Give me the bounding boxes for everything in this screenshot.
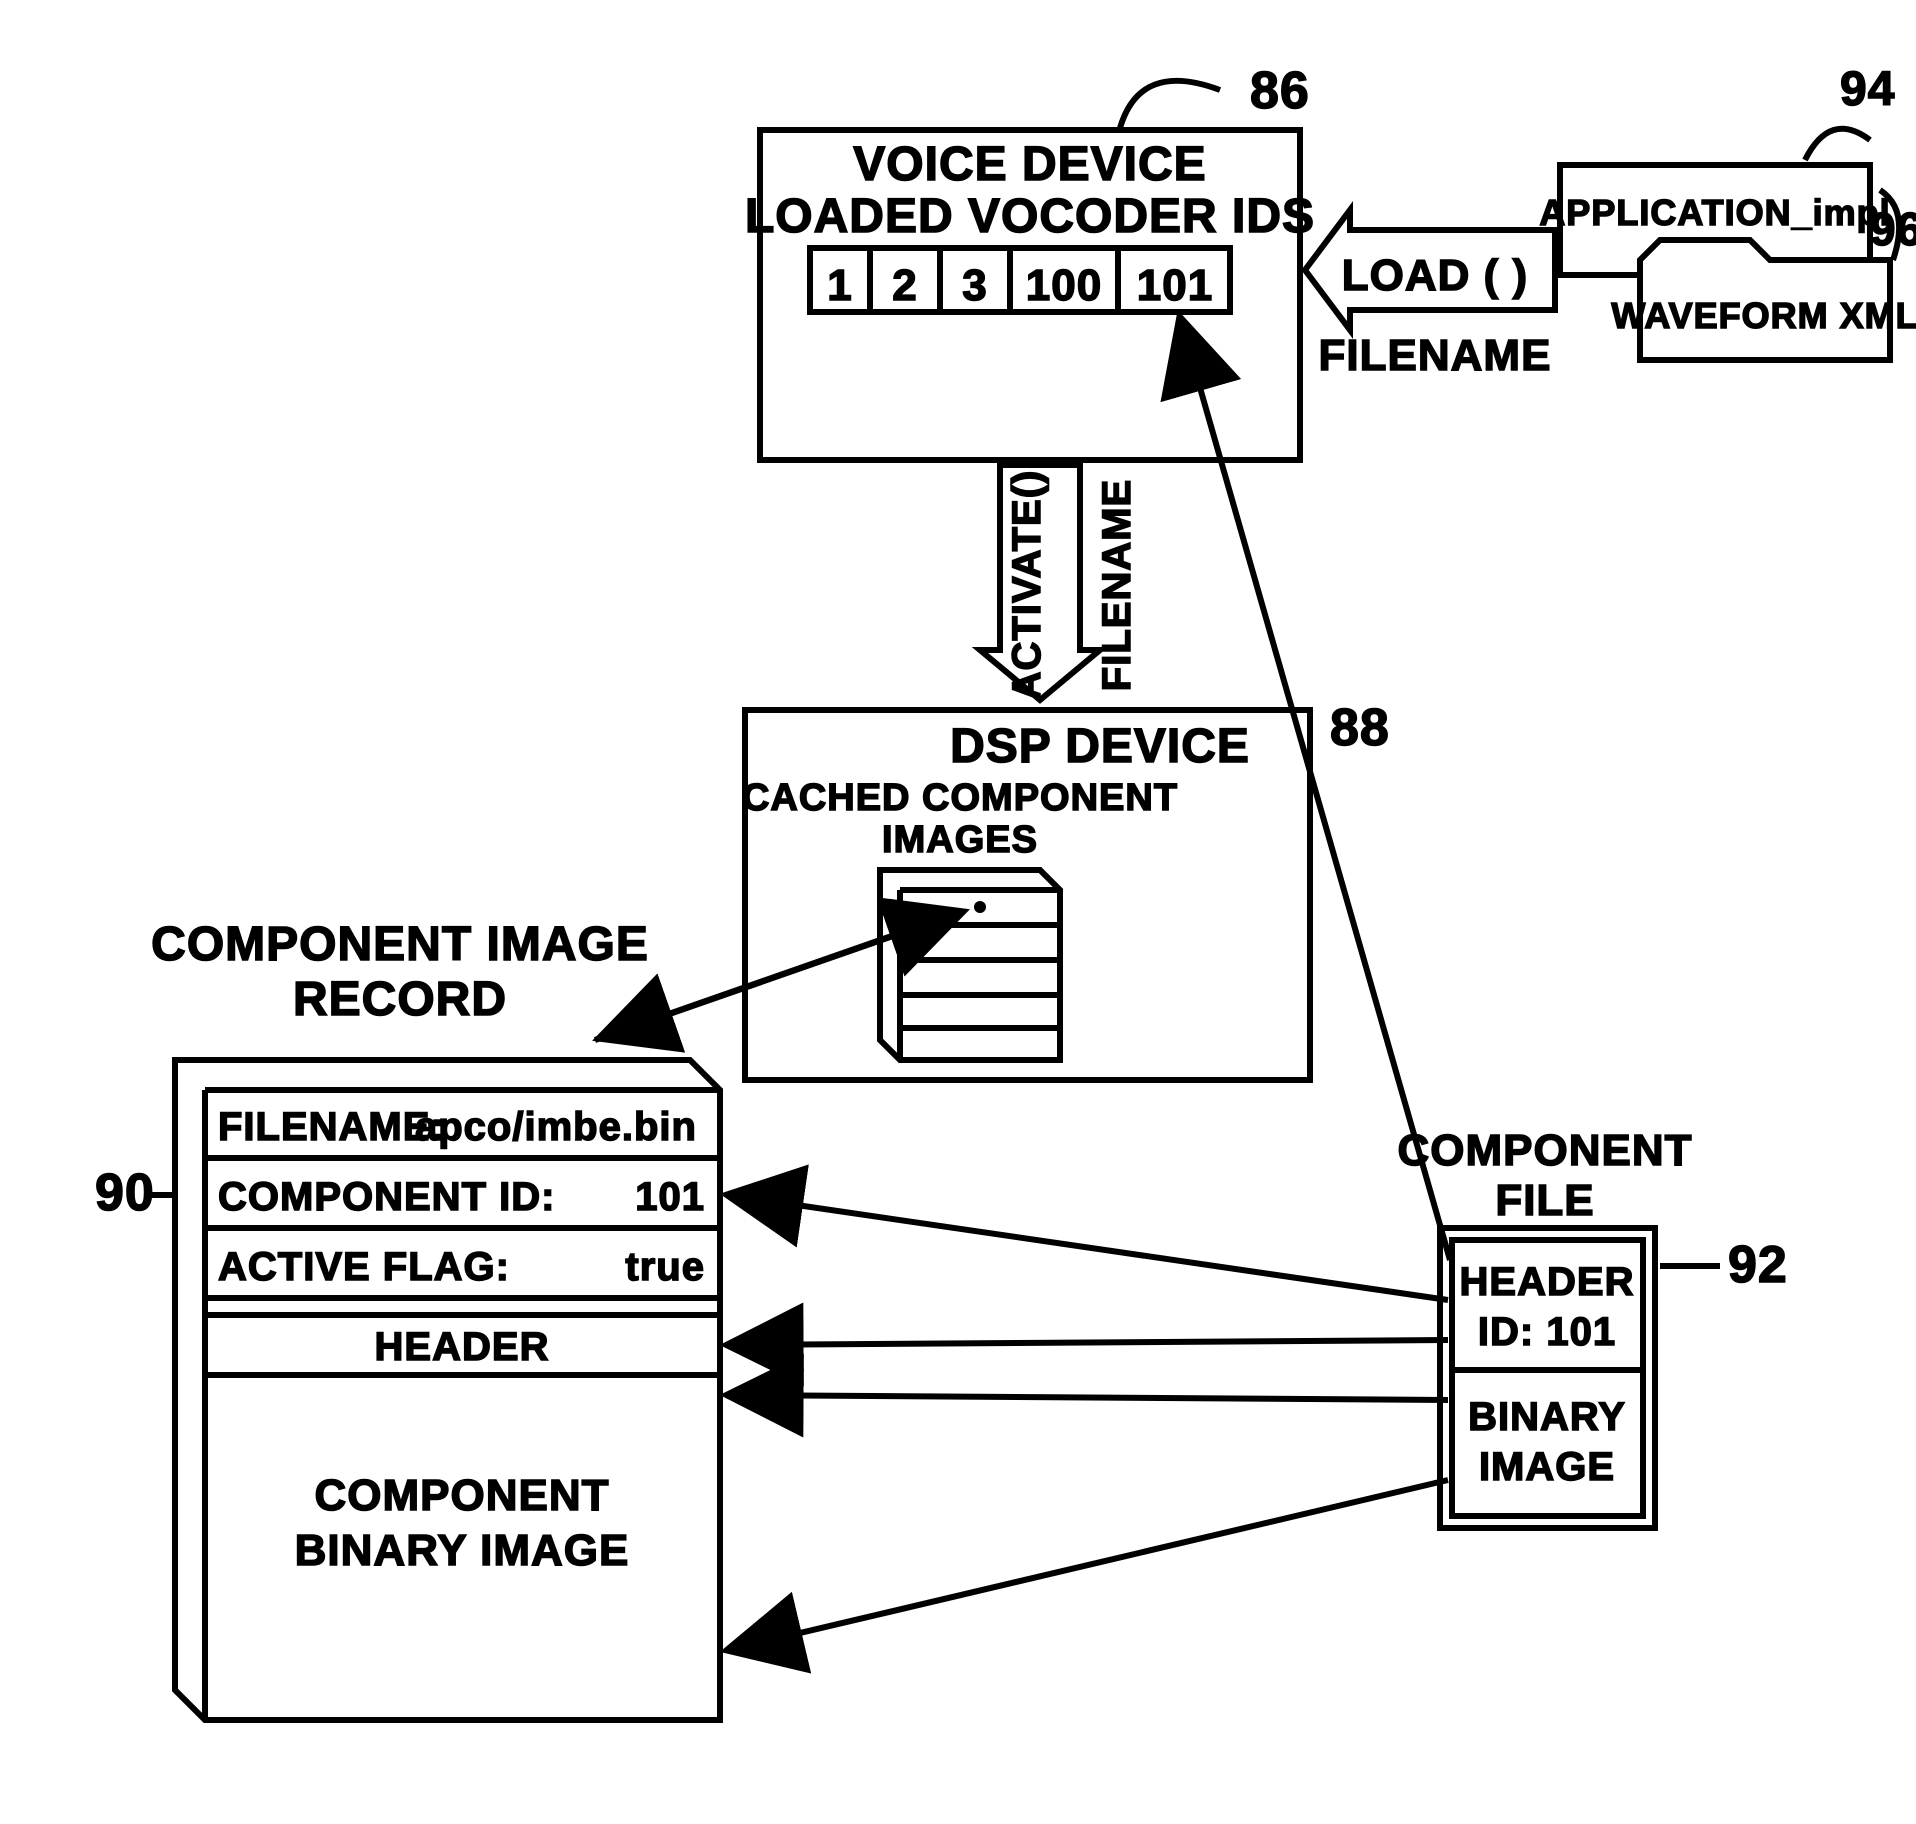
cf-binary-2: IMAGE [1479, 1445, 1615, 1489]
waveform-label: WAVEFORM XML [1611, 295, 1916, 336]
dsp-ref: 88 [1330, 699, 1390, 757]
cf-header-id: ID: 101 [1478, 1310, 1616, 1354]
cir-title2: RECORD [293, 973, 507, 1026]
component-file: COMPONENT FILE HEADER ID: 101 BINARY IMA… [1398, 1126, 1788, 1528]
dsp-device: DSP DEVICE CACHED COMPONENT IMAGES 88 [742, 699, 1390, 1080]
waveform-ref: 96 [1870, 203, 1916, 255]
load-sublabel: FILENAME [1319, 331, 1552, 380]
cf-binary-1: BINARY [1468, 1395, 1626, 1439]
dsp-cached-2: IMAGES [882, 819, 1038, 861]
cir-binary-2: BINARY IMAGE [295, 1526, 630, 1575]
cf-title2: FILE [1495, 1176, 1594, 1225]
voice-device: VOICE DEVICE LOADED VOCODER IDS 1 2 3 10… [745, 62, 1315, 460]
cir-compid-label: COMPONENT ID: [218, 1175, 555, 1219]
cir-compid-value: 101 [635, 1175, 705, 1219]
dsp-title: DSP DEVICE [950, 720, 1250, 773]
cir-active-label: ACTIVE FLAG: [218, 1245, 510, 1289]
application-ref: 94 [1840, 63, 1895, 116]
component-image-record: COMPONENT IMAGE RECORD FILENAME: apco/im… [95, 918, 720, 1720]
voice-device-ref: 86 [1250, 62, 1310, 120]
cached-stack-icon [880, 870, 1060, 1060]
cir-filename-value: apco/imbe.bin [415, 1105, 697, 1149]
vocoder-id-2: 3 [962, 261, 987, 310]
application-label: APPLICATION_impl [1539, 192, 1890, 233]
cf-ref: 92 [1728, 1236, 1788, 1294]
cf-title1: COMPONENT [1398, 1126, 1693, 1175]
activate-label: ACTIVATE() [1005, 470, 1049, 701]
cir-filename-label: FILENAME: [218, 1105, 445, 1149]
cir-ref: 90 [95, 1164, 155, 1222]
load-label: LOAD ( ) [1342, 251, 1528, 300]
voice-device-title2: LOADED VOCODER IDS [745, 190, 1315, 243]
vocoder-id-0: 1 [827, 261, 852, 310]
vocoder-id-row: 1 2 3 100 101 [810, 248, 1230, 312]
cir-active-value: true [625, 1245, 705, 1289]
load-arrow: LOAD ( ) FILENAME [1305, 210, 1555, 380]
cir-title1: COMPONENT IMAGE [151, 918, 649, 971]
cir-binary-1: COMPONENT [315, 1471, 610, 1520]
dsp-cached-1: CACHED COMPONENT [742, 777, 1178, 819]
voice-device-title1: VOICE DEVICE [853, 138, 1206, 191]
vocoder-id-4: 101 [1137, 261, 1213, 310]
activate-arrow: ACTIVATE() FILENAME [980, 465, 1139, 700]
cf-header: HEADER [1460, 1260, 1635, 1304]
activate-sublabel: FILENAME [1095, 479, 1139, 691]
cir-header-label: HEADER [375, 1325, 550, 1369]
vocoder-id-3: 100 [1026, 261, 1102, 310]
vocoder-id-1: 2 [892, 261, 917, 310]
